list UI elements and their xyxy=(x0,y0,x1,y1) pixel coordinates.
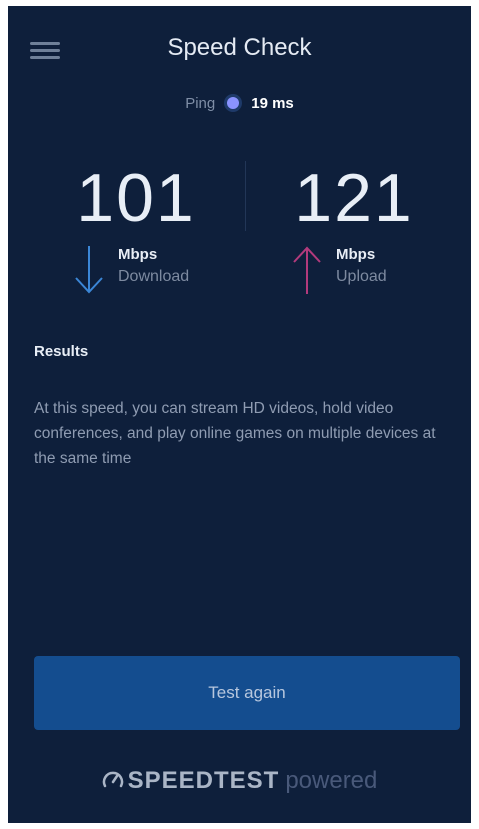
download-unit: Mbps xyxy=(118,246,158,263)
download-arrow-icon xyxy=(75,246,103,294)
upload-value: 121 xyxy=(294,160,414,236)
speedtest-brand: SPEEDTEST xyxy=(127,767,280,794)
ping-label: Ping xyxy=(185,95,216,112)
upload-speed: 121 Mbps Upload xyxy=(264,158,464,300)
powered-label: powered xyxy=(285,767,378,794)
results-description: At this speed, you can stream HD videos,… xyxy=(34,400,436,467)
upload-arrow-icon xyxy=(293,246,321,294)
results-heading: Results xyxy=(34,343,89,360)
upload-label: Upload xyxy=(336,268,387,285)
page-title: Speed Check xyxy=(167,34,312,61)
speedtest-footer: SPEEDTEST powered xyxy=(8,766,471,796)
download-value: 101 xyxy=(76,160,196,236)
header: Speed Check xyxy=(8,6,471,86)
ping-dot-icon xyxy=(227,97,240,109)
speed-divider xyxy=(245,161,246,231)
speedtest-gauge-icon xyxy=(102,771,123,788)
test-again-button[interactable]: Test again xyxy=(34,656,460,730)
ping-value: 19 ms xyxy=(251,95,294,112)
speed-check-screen: Speed Check Ping 19 ms 101 Mbps Download … xyxy=(8,6,471,823)
ping-row: Ping 19 ms xyxy=(8,94,471,114)
download-speed: 101 Mbps Download xyxy=(46,158,246,300)
upload-unit: Mbps xyxy=(336,246,376,263)
download-label: Download xyxy=(118,268,190,285)
